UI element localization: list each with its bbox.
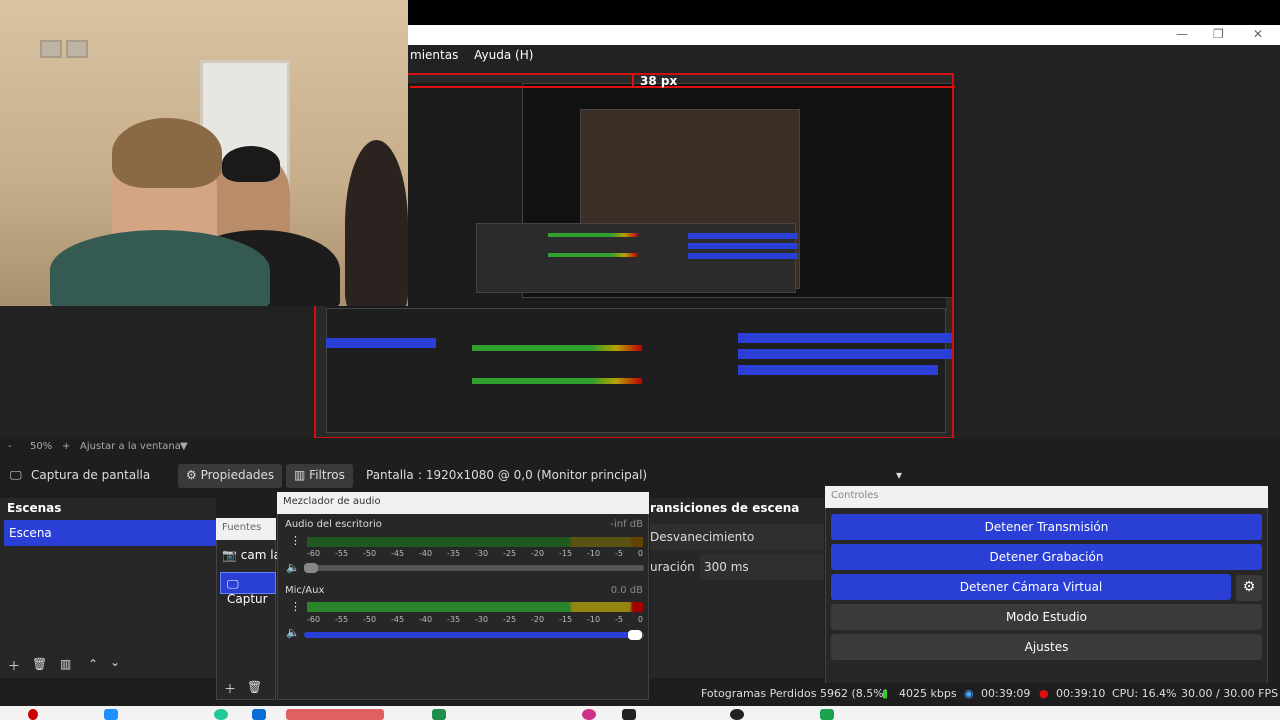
stream-time: 00:39:09 bbox=[981, 687, 1031, 700]
stop-streaming-button[interactable]: Detener Transmisión bbox=[831, 514, 1262, 540]
stream-icon: ◉ bbox=[964, 687, 974, 700]
cpu-usage: CPU: 16.4% bbox=[1112, 687, 1177, 700]
mixer-title: Mezclador de audio bbox=[277, 492, 649, 514]
meter-scale: -60 -55 -50 -45 -40 -35 -30 -25 -20 -15 -10 -5 0 bbox=[307, 549, 643, 558]
scene-item[interactable]: Escena bbox=[4, 520, 216, 546]
source-toolbar: 🖵 Captura de pantalla ⚙ Propiedades ▥ Fi… bbox=[0, 460, 910, 492]
menu-items: mientas Ayuda (H) bbox=[410, 48, 545, 62]
app-icon[interactable] bbox=[214, 709, 228, 720]
source-item-label: Captur bbox=[227, 592, 268, 606]
app-icon[interactable] bbox=[622, 709, 636, 720]
filters-button[interactable]: ▥ Filtros bbox=[286, 464, 353, 488]
track-name: Mic/Aux bbox=[285, 585, 325, 596]
zoom-in-button[interactable]: + bbox=[62, 441, 70, 452]
source-item-label: cam la bbox=[240, 548, 281, 562]
controls-title: Controles bbox=[825, 486, 1268, 508]
track-name: Audio del escritorio bbox=[285, 519, 382, 530]
add-icon[interactable]: ＋ bbox=[224, 680, 236, 697]
source-item-capture[interactable]: 🖵 Captur bbox=[220, 572, 276, 606]
camera-icon: 📷 bbox=[222, 548, 237, 562]
track-db: -inf dB bbox=[610, 519, 643, 530]
guide-distance-label: 38 px bbox=[640, 74, 678, 88]
fps: 30.00 / 30.00 FPS bbox=[1181, 687, 1279, 700]
monitor-icon: 🖵 bbox=[227, 577, 239, 591]
webcam-feed bbox=[0, 0, 408, 306]
speaker-icon[interactable]: 🔈 bbox=[286, 626, 300, 639]
screen-capture-source[interactable] bbox=[314, 73, 954, 439]
screen-select[interactable]: : 1920x1080 @ 0,0 (Monitor principal) bbox=[418, 468, 904, 488]
track-db: 0.0 dB bbox=[610, 585, 643, 596]
gear-icon[interactable]: ⚙ bbox=[1236, 575, 1262, 601]
studio-mode-button[interactable]: Modo Estudio bbox=[831, 604, 1262, 630]
slider-fill bbox=[304, 632, 634, 638]
duration-label: uración bbox=[650, 560, 695, 574]
transitions-title: ransiciones de escena bbox=[650, 501, 800, 515]
app-icon[interactable] bbox=[730, 709, 744, 720]
dropped-frames: Fotogramas Perdidos 5962 (8.5%) bbox=[701, 687, 888, 700]
properties-button[interactable]: ⚙ Propiedades bbox=[178, 464, 283, 488]
guide-line bbox=[410, 86, 955, 88]
zoom-bar: - 50% + Ajustar a la ventana ▼ bbox=[0, 438, 1280, 456]
filter-icon[interactable]: ▥ bbox=[60, 657, 71, 671]
duration-input[interactable]: 300 ms bbox=[700, 554, 824, 580]
bitrate: 4025 kbps bbox=[899, 687, 957, 700]
stop-virtual-camera-button[interactable]: Detener Cámara Virtual bbox=[831, 574, 1231, 600]
stop-recording-button[interactable]: Detener Grabación bbox=[831, 544, 1262, 570]
filter-icon: ▥ bbox=[294, 468, 306, 482]
source-name: Captura de pantalla bbox=[31, 468, 151, 482]
slider-knob[interactable] bbox=[304, 563, 318, 573]
properties-label: Propiedades bbox=[200, 468, 275, 482]
signal-icon: ▮ bbox=[882, 687, 889, 700]
volume-slider[interactable] bbox=[304, 563, 644, 573]
record-icon: ● bbox=[1039, 687, 1049, 700]
obs-taskbar-item[interactable] bbox=[286, 709, 384, 720]
chevron-down-icon[interactable]: ▾ bbox=[896, 468, 902, 482]
screen-label: Pantalla bbox=[366, 468, 414, 482]
scenes-title: Escenas bbox=[7, 501, 62, 515]
app-icon[interactable] bbox=[582, 709, 596, 720]
menu-tools[interactable]: mientas bbox=[410, 48, 458, 62]
app-icon[interactable] bbox=[432, 709, 446, 720]
audio-meter bbox=[307, 537, 643, 547]
windows-icon[interactable] bbox=[104, 709, 118, 720]
zoom-out-button[interactable]: - bbox=[8, 441, 12, 452]
fit-window-button[interactable]: Ajustar a la ventana bbox=[80, 441, 181, 452]
meter-scale: -60 -55 -50 -45 -40 -35 -30 -25 -20 -15 -10 -5 0 bbox=[307, 615, 643, 624]
status-bar: Fotogramas Perdidos 5962 (8.5%) ▮ 4025 k… bbox=[650, 683, 1280, 705]
trash-icon[interactable]: 🗑 bbox=[247, 680, 262, 694]
speaker-icon[interactable]: 🔈 bbox=[286, 561, 300, 574]
restore-icon[interactable]: ❐ bbox=[1213, 27, 1224, 41]
guide-marker bbox=[632, 73, 634, 87]
add-icon[interactable]: ＋ bbox=[8, 657, 20, 674]
more-options-icon[interactable]: ⋮ bbox=[290, 601, 301, 612]
filters-label: Filtros bbox=[309, 468, 345, 482]
transition-select[interactable]: Desvanecimiento bbox=[650, 524, 824, 550]
chevron-down-icon[interactable]: ▼ bbox=[180, 441, 188, 452]
volume-slider[interactable] bbox=[304, 630, 644, 640]
sources-title: Fuentes bbox=[216, 518, 276, 540]
minimize-icon[interactable]: — bbox=[1176, 27, 1188, 41]
record-time: 00:39:10 bbox=[1056, 687, 1106, 700]
notification-badge bbox=[28, 709, 38, 720]
source-item-camera[interactable]: 📷 cam la bbox=[222, 548, 281, 562]
audio-meter bbox=[307, 602, 643, 612]
chevron-down-icon[interactable]: ⌄ bbox=[110, 655, 120, 669]
monitor-icon: 🖵 bbox=[10, 468, 22, 482]
chevron-up-icon[interactable]: ⌃ bbox=[88, 657, 98, 671]
app-icon[interactable] bbox=[252, 709, 266, 720]
sources-dock bbox=[216, 518, 276, 700]
trash-icon[interactable]: 🗑 bbox=[32, 657, 47, 671]
menu-help[interactable]: Ayuda (H) bbox=[474, 48, 533, 62]
gear-icon: ⚙ bbox=[186, 468, 197, 482]
zoom-level: 50% bbox=[30, 441, 53, 452]
slider-knob[interactable] bbox=[628, 630, 642, 640]
taskbar bbox=[0, 706, 1280, 720]
app-icon[interactable] bbox=[820, 709, 834, 720]
settings-button[interactable]: Ajustes bbox=[831, 634, 1262, 660]
more-options-icon[interactable]: ⋮ bbox=[290, 535, 301, 546]
close-icon[interactable]: ✕ bbox=[1253, 27, 1263, 41]
